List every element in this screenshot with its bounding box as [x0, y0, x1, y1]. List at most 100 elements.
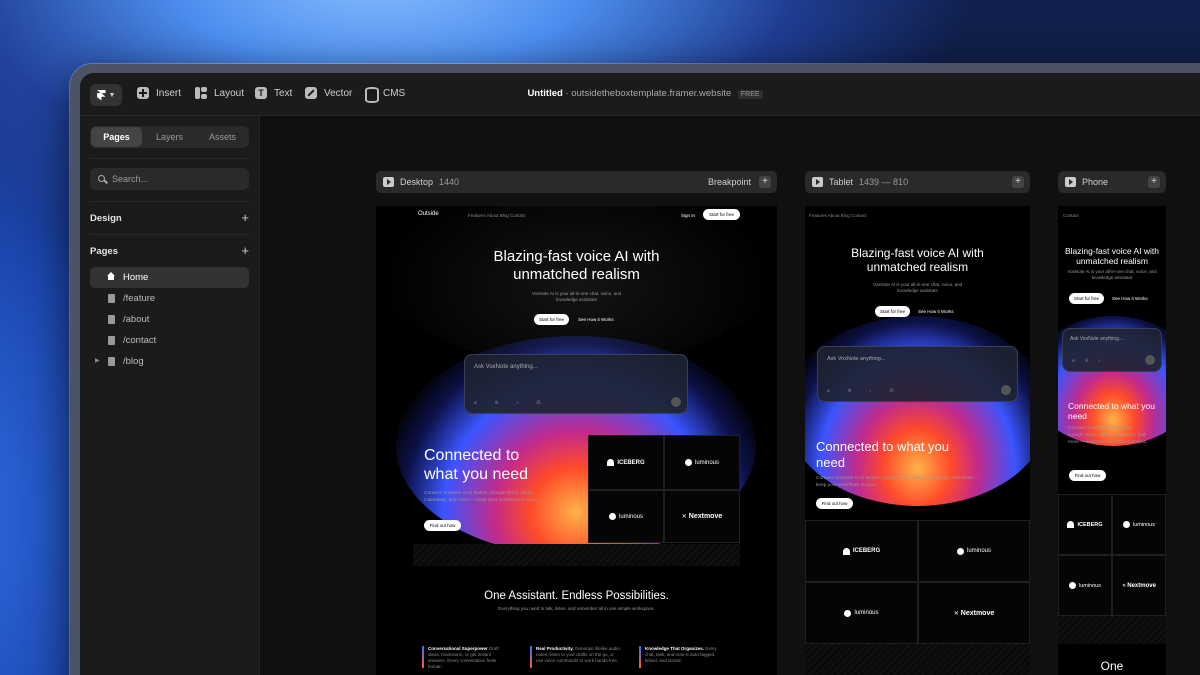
site-nav[interactable]: Contact: [1063, 213, 1079, 218]
phone-frame-header[interactable]: Phone +: [1058, 171, 1166, 193]
page-icon: [108, 315, 115, 324]
logo-label: luminous: [694, 459, 719, 466]
add-breakpoint-icon[interactable]: +: [1148, 176, 1160, 188]
chat-placeholder: Ask VoxNote anything...: [1070, 336, 1124, 342]
add-page-icon[interactable]: +: [241, 243, 249, 258]
document-title[interactable]: Untitled · outsidetheboxtemplate.framer.…: [80, 88, 1200, 99]
connect-subtitle: Connect VoxNote AI to Notion, Google Dri…: [1068, 426, 1148, 445]
top-toolbar: ▼ Insert Layout T Text Vector CMS Untitl…: [80, 73, 1200, 116]
hero-subtitle: VoxNote AI is your all-in-one chat, voic…: [872, 282, 963, 294]
design-canvas[interactable]: Desktop 1440 Breakpoint + Tablet 1439 — 81…: [260, 116, 1200, 675]
assistant-title-partial: One: [1100, 659, 1124, 673]
divider: [90, 158, 249, 159]
logo-label: ICEBERG: [1077, 521, 1103, 528]
frame-label: Desktop: [400, 177, 434, 187]
sidebar-tabs: Pages Layers Assets: [90, 126, 249, 148]
hero-see-how-link[interactable]: See How it Works: [1112, 296, 1148, 301]
hero-start-button[interactable]: Start for free: [534, 314, 569, 325]
logo-cell-nextmove: ✕ Nextmove: [918, 582, 1030, 644]
page-item-contact[interactable]: /contact: [90, 330, 249, 351]
page-item-about[interactable]: /about: [90, 309, 249, 330]
iceberg-logo-icon: [842, 547, 850, 555]
chat-placeholder: Ask VoxNote anything...: [474, 364, 538, 370]
page-label: Home: [123, 272, 149, 283]
find-out-button[interactable]: Find out how: [816, 498, 853, 509]
nextmove-logo-icon: ✕: [953, 610, 959, 617]
page-icon: [108, 336, 115, 345]
tab-layers[interactable]: Layers: [144, 127, 195, 147]
add-breakpoint-icon[interactable]: +: [1012, 176, 1024, 188]
search-input[interactable]: Search...: [90, 168, 249, 190]
hero-title: Blazing-fast voice AI with unmatched rea…: [851, 246, 984, 275]
connect-title: Connected to what you need: [816, 439, 949, 470]
logo-cell-iceberg: ICEBERG: [805, 520, 918, 582]
tablet-frame-header[interactable]: Tablet 1439 — 810 +: [805, 171, 1030, 193]
play-icon[interactable]: [1065, 177, 1076, 187]
add-breakpoint-icon[interactable]: +: [759, 176, 771, 188]
divider: [90, 234, 249, 235]
site-nav[interactable]: Features About Blog Contact: [468, 213, 526, 218]
signin-link[interactable]: Sign In: [681, 213, 695, 218]
divider: [90, 201, 249, 202]
connect-subtitle: Connect VoxNote AI to Notion, Google Dri…: [816, 476, 979, 488]
hero-title: Blazing-fast voice AI with unmatched rea…: [493, 248, 660, 283]
expand-caret-icon[interactable]: ▶: [95, 351, 100, 372]
logo-label: luminous: [1078, 582, 1101, 589]
chat-input[interactable]: Ask VoxNote anything... ⌀ ⊕ ♪ ⁂: [464, 354, 688, 414]
page-item-blog[interactable]: ▶ /blog: [90, 351, 249, 372]
hero-see-how-link[interactable]: See How it Works: [918, 309, 954, 314]
pages-section-header[interactable]: Pages +: [90, 243, 249, 258]
chat-tool-icons[interactable]: ⌀ ⊕ ♪: [1072, 358, 1104, 364]
chat-input[interactable]: Ask VoxNote anything... ⌀ ⊕ ♪ ⁂: [817, 346, 1018, 402]
chat-tool-icons[interactable]: ⌀ ⊕ ♪ ⁂: [474, 400, 549, 406]
feature-accent-bar: [422, 646, 424, 668]
find-out-button[interactable]: Find out how: [1069, 470, 1106, 481]
tablet-frame[interactable]: Features About Blog Contact Blazing-fast…: [805, 206, 1030, 675]
play-icon[interactable]: [812, 177, 823, 187]
feature-title: Real Productivity.: [536, 646, 574, 651]
desktop-frame-header[interactable]: Desktop 1440 Breakpoint +: [376, 171, 777, 193]
connect-subtitle: Connect VoxNote AI to Notion, Google Dri…: [424, 491, 538, 503]
tab-pages[interactable]: Pages: [91, 127, 142, 147]
send-icon[interactable]: [1145, 355, 1155, 365]
page-label: /contact: [123, 335, 157, 346]
assistant-title: One Assistant. Endless Possibilities.: [484, 590, 669, 602]
logo-cell-iceberg: ICEBERG: [1058, 494, 1112, 555]
chat-input[interactable]: Ask VoxNote anything... ⌀ ⊕ ♪: [1062, 328, 1162, 372]
luminous-logo-icon: [1068, 582, 1076, 589]
hero-title: Blazing-fast voice AI with unmatched rea…: [1064, 246, 1159, 267]
chat-tool-icons[interactable]: ⌀ ⊕ ♪ ⁂: [827, 388, 902, 394]
send-icon[interactable]: [1001, 385, 1011, 395]
phone-frame[interactable]: Contact Blazing-fast voice AI with unmat…: [1058, 206, 1166, 675]
page-label: /feature: [123, 293, 156, 304]
hero-start-button[interactable]: Start for free: [1069, 293, 1104, 304]
logo-label: ICEBERG: [617, 459, 645, 466]
send-icon[interactable]: [671, 397, 681, 407]
site-logo[interactable]: Outside: [418, 211, 439, 217]
hero-see-how-link[interactable]: See How it Works: [578, 317, 614, 322]
feature-item: Knowledge That Organizes. Every chat, ta…: [639, 646, 725, 668]
project-name: Untitled: [527, 88, 563, 99]
logo-label: luminous: [618, 513, 643, 520]
tab-assets[interactable]: Assets: [197, 127, 248, 147]
logo-cell-luminous: luminous: [1112, 494, 1166, 555]
page-item-home[interactable]: Home: [90, 267, 249, 288]
breakpoint-label[interactable]: Breakpoint: [708, 171, 751, 193]
frame-label: Tablet: [829, 177, 854, 187]
plan-badge: FREE: [737, 90, 763, 99]
divider-stripe: [805, 644, 1030, 675]
page-item-feature[interactable]: /feature: [90, 288, 249, 309]
find-out-button[interactable]: Find out how: [424, 520, 461, 531]
chat-placeholder: Ask VoxNote anything...: [827, 356, 886, 362]
hero-subtitle: VoxNote AI is your all-in-one chat, voic…: [531, 291, 622, 303]
play-icon[interactable]: [383, 177, 394, 187]
desktop-frame[interactable]: Outside Features About Blog Contact Sign…: [376, 206, 777, 675]
search-placeholder: Search...: [112, 174, 149, 184]
design-label: Design: [90, 213, 122, 224]
design-section-header[interactable]: Design +: [90, 210, 249, 225]
add-design-icon[interactable]: +: [241, 210, 249, 225]
site-nav[interactable]: Features About Blog Contact: [809, 213, 867, 218]
logo-cell-luminous: luminous: [1058, 555, 1112, 616]
nav-start-button[interactable]: Start for free: [703, 209, 740, 220]
hero-start-button[interactable]: Start for free: [875, 306, 910, 317]
